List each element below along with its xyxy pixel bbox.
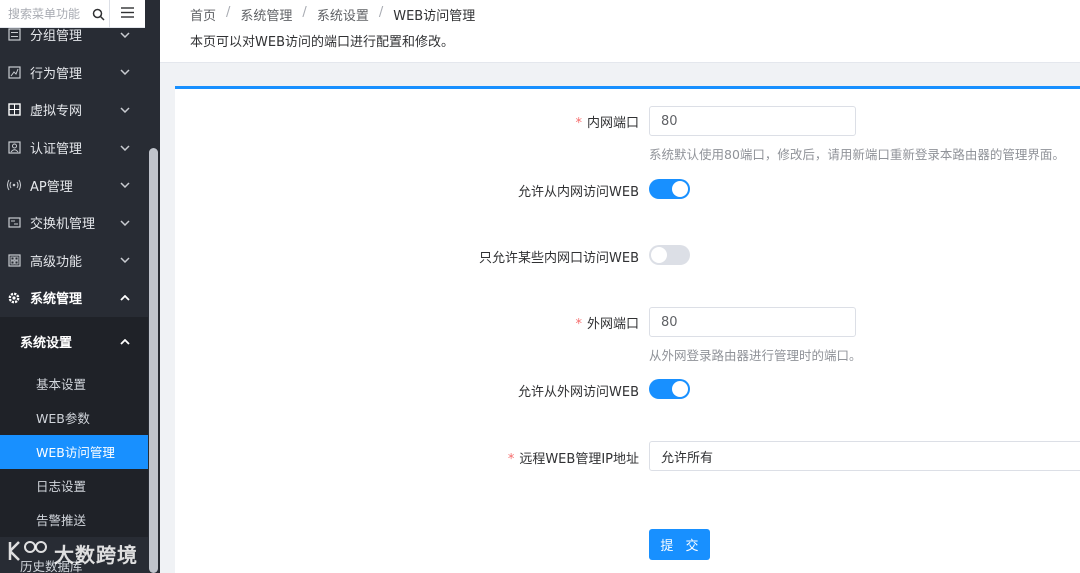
toggle-knob bbox=[672, 181, 688, 197]
sidebar-item-label: 认证管理 bbox=[30, 142, 83, 158]
lan-port-label: * 内网端口 bbox=[575, 112, 639, 131]
sidebar-leaf-log-settings[interactable]: 日志设置 bbox=[0, 468, 148, 503]
menu-toggle-button[interactable] bbox=[110, 0, 145, 28]
allow-wan-toggle[interactable] bbox=[649, 379, 690, 399]
breadcrumb-system-settings[interactable]: 系统设置 bbox=[317, 5, 369, 24]
watermark: 大数跨境 bbox=[6, 538, 138, 569]
sidebar-leaf-alert-push[interactable]: 告警推送 bbox=[0, 502, 148, 537]
chevron-up-icon bbox=[118, 338, 132, 345]
lan-port-input[interactable] bbox=[649, 106, 856, 136]
wan-port-input[interactable] bbox=[649, 307, 856, 337]
breadcrumb-separator: / bbox=[378, 5, 384, 20]
chevron-down-icon bbox=[118, 182, 132, 189]
sidebar-item-label: 分组管理 bbox=[30, 29, 83, 45]
breadcrumb-home[interactable]: 首页 bbox=[190, 5, 216, 24]
web-access-form: * 内网端口 系统默认使用80端口，修改后，请用新端口重新登录本路由器的管理界面。… bbox=[175, 86, 1080, 573]
submenu-title: 系统设置 bbox=[20, 336, 73, 352]
watermark-text: 大数跨境 bbox=[54, 543, 138, 567]
allow-wan-label: 允许从外网访问WEB bbox=[518, 385, 639, 400]
breadcrumb-system-management[interactable]: 系统管理 bbox=[240, 5, 292, 24]
menu-search-input[interactable] bbox=[8, 7, 90, 21]
grid-icon bbox=[7, 253, 21, 267]
sidebar-nav: 分组管理 行为管理 虚拟专网 认证管理 AP管理 交换机管理 高级功能 系统管理… bbox=[0, 16, 148, 537]
sidebar-leaf-web-access[interactable]: WEB访问管理 bbox=[0, 434, 148, 469]
required-asterisk: * bbox=[507, 452, 515, 467]
hamburger-icon bbox=[121, 6, 134, 22]
sidebar-item-auth[interactable]: 认证管理 bbox=[0, 129, 148, 167]
sidebar-scrollbar-thumb[interactable] bbox=[149, 148, 158, 573]
menu-search-bar bbox=[0, 0, 145, 28]
chevron-down-icon bbox=[118, 107, 132, 113]
only-some-lan-toggle[interactable] bbox=[649, 245, 690, 265]
sidebar-item-system[interactable]: 系统管理 bbox=[0, 279, 148, 317]
vpn-icon bbox=[7, 103, 21, 117]
gear-icon bbox=[7, 291, 21, 305]
required-asterisk: * bbox=[575, 317, 582, 332]
search-icon[interactable] bbox=[90, 6, 106, 22]
sidebar-item-label: 交换机管理 bbox=[30, 217, 96, 233]
sidebar-item-advanced[interactable]: 高级功能 bbox=[0, 242, 148, 280]
search-box bbox=[0, 0, 110, 28]
required-asterisk: * bbox=[575, 116, 582, 131]
page-description: 本页可以对WEB访问的端口进行配置和修改。 bbox=[190, 35, 454, 50]
lan-port-hint: 系统默认使用80端口，修改后，请用新端口重新登录本路由器的管理界面。 bbox=[649, 147, 1065, 162]
switch-icon bbox=[7, 216, 21, 230]
allow-lan-label: 允许从内网访问WEB bbox=[518, 185, 639, 200]
sidebar-item-behavior[interactable]: 行为管理 bbox=[0, 54, 148, 92]
breadcrumb-current: WEB访问管理 bbox=[393, 9, 476, 24]
page-header: 首页 / 系统管理 / 系统设置 / WEB访问管理 本页可以对WEB访问的端口… bbox=[160, 0, 1080, 63]
remote-ip-label-text: 远程WEB管理IP地址 bbox=[519, 452, 639, 467]
toggle-knob bbox=[672, 381, 688, 397]
list-icon bbox=[7, 28, 21, 42]
sidebar-item-label: 系统管理 bbox=[30, 292, 83, 308]
watermark-logo-icon bbox=[6, 538, 48, 569]
breadcrumb-separator: / bbox=[302, 5, 307, 20]
sidebar-item-ap[interactable]: AP管理 bbox=[0, 166, 148, 204]
sidebar-item-label: 高级功能 bbox=[30, 254, 83, 270]
chevron-up-icon bbox=[118, 294, 132, 301]
submenu-system-settings[interactable]: 系统设置 bbox=[0, 316, 148, 367]
sidebar-leaf-basic-settings[interactable]: 基本设置 bbox=[0, 366, 148, 401]
wan-port-label-text: 外网端口 bbox=[586, 317, 639, 332]
wan-port-label: * 外网端口 bbox=[575, 313, 639, 332]
sidebar-item-vpn[interactable]: 虚拟专网 bbox=[0, 91, 148, 129]
lan-port-label-text: 内网端口 bbox=[586, 116, 639, 131]
chart-icon bbox=[7, 65, 21, 79]
sidebar-leaf-web-params[interactable]: WEB参数 bbox=[0, 400, 148, 435]
chevron-down-icon bbox=[118, 145, 132, 151]
sidebar-item-label: 虚拟专网 bbox=[30, 104, 83, 120]
sidebar-item-switch[interactable]: 交换机管理 bbox=[0, 204, 148, 242]
sidebar: 分组管理 行为管理 虚拟专网 认证管理 AP管理 交换机管理 高级功能 系统管理… bbox=[0, 0, 160, 573]
wan-port-hint: 从外网登录路由器进行管理时的端口。 bbox=[649, 348, 862, 363]
wifi-icon bbox=[7, 178, 21, 192]
remote-ip-label: * 远程WEB管理IP地址 bbox=[508, 448, 639, 467]
remote-ip-select[interactable]: 允许所有 bbox=[649, 441, 1080, 471]
chevron-down-icon bbox=[118, 220, 132, 226]
toggle-knob bbox=[651, 247, 667, 263]
breadcrumb-separator: / bbox=[226, 5, 231, 20]
user-card-icon bbox=[7, 141, 21, 155]
breadcrumb: 首页 / 系统管理 / 系统设置 / WEB访问管理 bbox=[190, 5, 475, 24]
only-some-lan-label: 只允许某些内网口访问WEB bbox=[479, 251, 639, 266]
chevron-down-icon bbox=[118, 257, 132, 264]
allow-lan-toggle[interactable] bbox=[649, 179, 690, 199]
sidebar-item-label: AP管理 bbox=[30, 179, 73, 195]
chevron-down-icon bbox=[118, 69, 132, 76]
sidebar-item-label: 行为管理 bbox=[30, 66, 83, 82]
submit-button[interactable]: 提 交 bbox=[649, 529, 710, 560]
chevron-down-icon bbox=[118, 32, 132, 38]
remote-ip-selected-value: 允许所有 bbox=[661, 450, 714, 466]
